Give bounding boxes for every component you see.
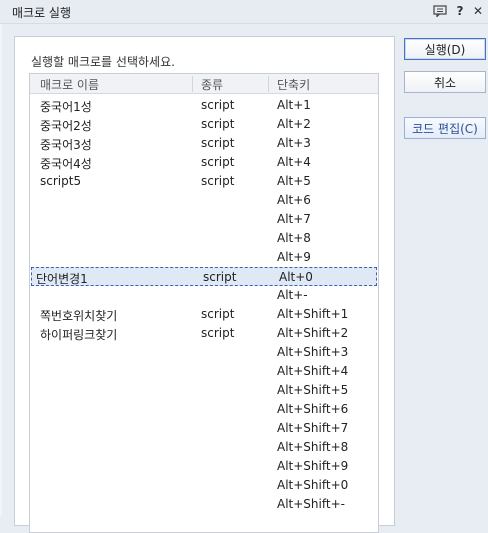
macro-type-cell: script [201, 98, 235, 112]
macro-shortcut-cell: Alt+5 [277, 174, 311, 188]
column-header-shortcut[interactable]: 단축키 [277, 76, 310, 92]
table-row[interactable]: Alt+Shift+- [30, 495, 378, 514]
speech-bubble-icon[interactable] [431, 2, 449, 20]
table-row[interactable]: 단어변경1 script Alt+0 [31, 267, 377, 286]
instruction-text: 실행할 매크로를 선택하세요. [31, 55, 175, 69]
macro-name-cell: 중국어2성 [40, 119, 92, 133]
macro-panel: 실행할 매크로를 선택하세요. 매크로 이름 종류 단축키 중국어1성 scrip… [14, 36, 395, 533]
table-row[interactable]: Alt+8 [30, 229, 378, 248]
macro-name-cell: 중국어3성 [40, 138, 92, 152]
macro-type-cell: script [201, 174, 235, 188]
table-row[interactable]: script5 script Alt+5 [30, 172, 378, 191]
table-row[interactable]: Alt+Shift+3 [30, 343, 378, 362]
window-edge [0, 0, 2, 516]
table-row[interactable]: Alt+Shift+6 [30, 400, 378, 419]
macro-shortcut-cell: Alt+9 [277, 250, 311, 264]
macro-name-cell: 단어변경1 [36, 272, 88, 286]
macro-shortcut-cell: Alt+3 [277, 136, 311, 150]
column-divider [192, 76, 193, 92]
table-row[interactable]: Alt+Shift+0 [30, 476, 378, 495]
run-button[interactable]: 실행(D) [404, 38, 486, 60]
table-row[interactable]: Alt+7 [30, 210, 378, 229]
macro-name-cell: 하이퍼링크찾기 [40, 328, 118, 342]
table-row[interactable]: Alt+Shift+5 [30, 381, 378, 400]
table-row[interactable]: Alt+Shift+4 [30, 362, 378, 381]
title-bar: 매크로 실행 ? ✕ [0, 0, 488, 24]
macro-type-cell: script [201, 136, 235, 150]
macro-type-cell: script [201, 307, 235, 321]
list-header: 매크로 이름 종류 단축키 [30, 74, 378, 94]
macro-shortcut-cell: Alt+Shift+1 [277, 307, 349, 321]
macro-type-cell: script [201, 326, 235, 340]
table-row[interactable]: Alt+- [30, 286, 378, 305]
macro-shortcut-cell: Alt+8 [277, 231, 311, 245]
macro-type-cell: script [203, 270, 237, 284]
macro-name-cell: script5 [40, 174, 82, 188]
macro-shortcut-cell: Alt+0 [279, 270, 313, 284]
table-row[interactable]: Alt+Shift+8 [30, 438, 378, 457]
macro-shortcut-cell: Alt+Shift+5 [277, 383, 349, 397]
table-row[interactable]: Alt+6 [30, 191, 378, 210]
macro-shortcut-cell: Alt+6 [277, 193, 311, 207]
macro-shortcut-cell: Alt+7 [277, 212, 311, 226]
table-row[interactable]: Alt+9 [30, 248, 378, 267]
macro-shortcut-cell: Alt+1 [277, 98, 311, 112]
macro-shortcut-cell: Alt+2 [277, 117, 311, 131]
table-row[interactable]: 하이퍼링크찾기 script Alt+Shift+2 [30, 324, 378, 343]
close-icon[interactable]: ✕ [469, 2, 487, 20]
code-edit-button[interactable]: 코드 편집(C) [404, 117, 486, 139]
macro-shortcut-cell: Alt+Shift+0 [277, 478, 349, 492]
window-title: 매크로 실행 [12, 6, 72, 20]
macro-shortcut-cell: Alt+Shift+7 [277, 421, 349, 435]
table-row[interactable]: 중국어1성 script Alt+1 [30, 96, 378, 115]
macro-shortcut-cell: Alt+Shift+8 [277, 440, 349, 454]
table-row[interactable]: 중국어3성 script Alt+3 [30, 134, 378, 153]
table-row[interactable]: 중국어4성 script Alt+4 [30, 153, 378, 172]
cancel-button[interactable]: 취소 [404, 71, 486, 93]
macro-shortcut-cell: Alt+Shift+6 [277, 402, 349, 416]
table-row[interactable]: Alt+Shift+7 [30, 419, 378, 438]
column-header-type[interactable]: 종류 [201, 76, 223, 92]
macro-name-cell: 중국어1성 [40, 100, 92, 114]
macro-shortcut-cell: Alt+Shift+2 [277, 326, 349, 340]
macro-name-cell: 쪽번호위치찾기 [40, 309, 118, 323]
macro-shortcut-cell: Alt+4 [277, 155, 311, 169]
macro-shortcut-cell: Alt+Shift+- [277, 497, 345, 511]
macro-shortcut-cell: Alt+Shift+4 [277, 364, 349, 378]
table-row[interactable]: Alt+Shift+9 [30, 457, 378, 476]
macro-type-cell: script [201, 117, 235, 131]
macro-shortcut-cell: Alt+Shift+3 [277, 345, 349, 359]
macro-name-cell: 중국어4성 [40, 157, 92, 171]
macro-list[interactable]: 매크로 이름 종류 단축키 중국어1성 script Alt+1 중국어2성 scrip… [29, 73, 379, 533]
macro-type-cell: script [201, 155, 235, 169]
macro-shortcut-cell: Alt+- [277, 288, 308, 302]
column-header-name[interactable]: 매크로 이름 [40, 76, 99, 92]
table-row[interactable]: 쪽번호위치찾기 script Alt+Shift+1 [30, 305, 378, 324]
macro-shortcut-cell: Alt+Shift+9 [277, 459, 349, 473]
help-icon[interactable]: ? [451, 2, 469, 20]
column-divider [268, 76, 269, 92]
table-row[interactable]: 중국어2성 script Alt+2 [30, 115, 378, 134]
